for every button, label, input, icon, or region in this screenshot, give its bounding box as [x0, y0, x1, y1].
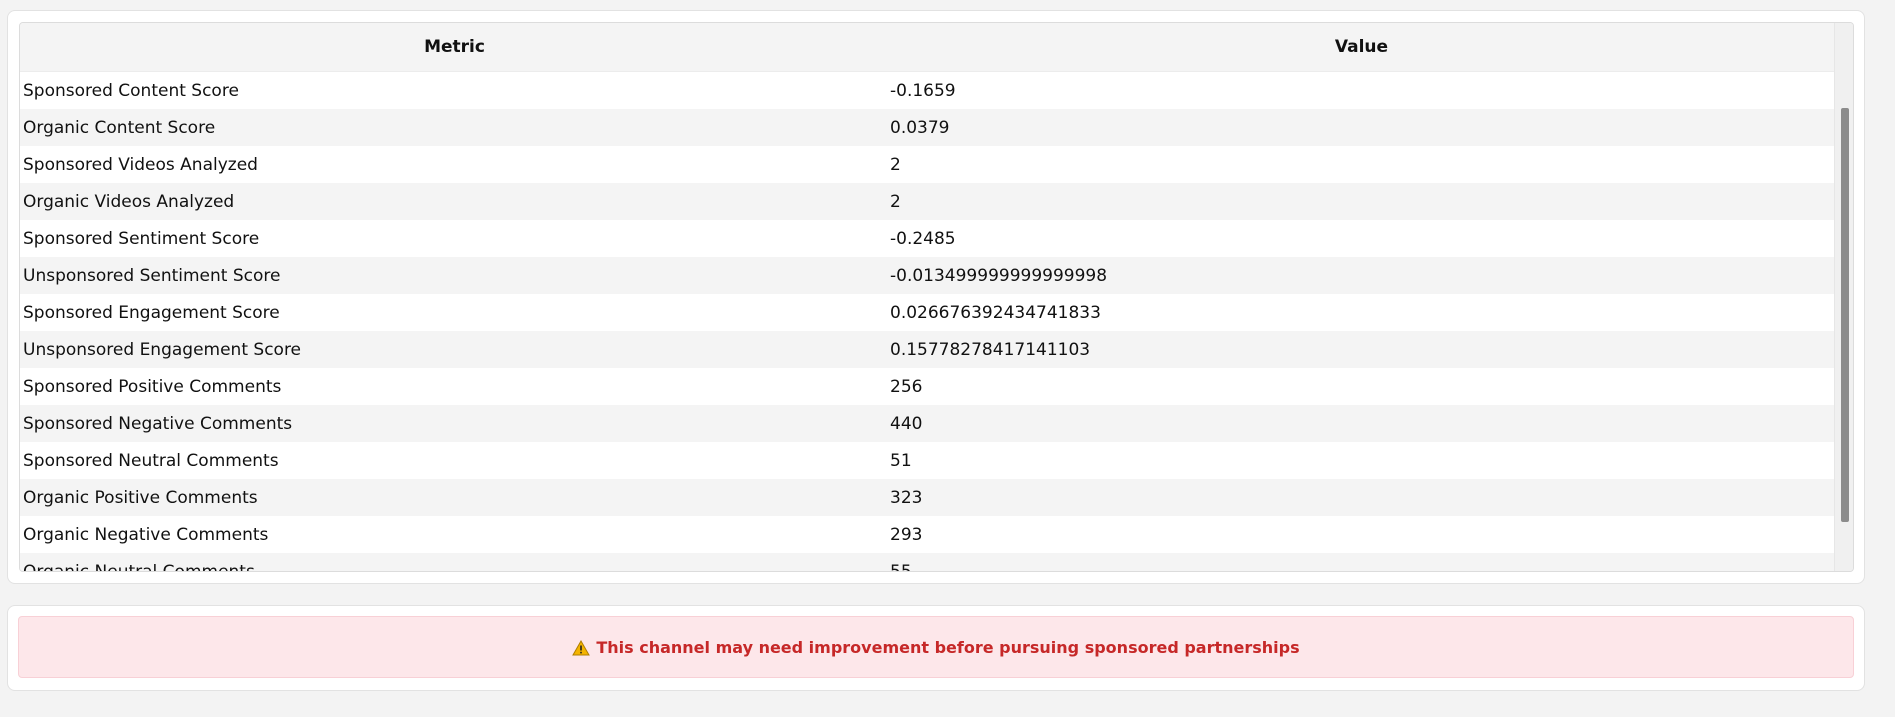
value-cell: -0.2485	[890, 228, 956, 249]
metric-cell: Sponsored Videos Analyzed	[23, 154, 258, 175]
table-scroll-area[interactable]: Metric Value Sponsored Content Score -0.…	[20, 23, 1834, 571]
table-row: Organic Positive Comments 323	[20, 479, 1834, 516]
table-header-row: Metric Value	[20, 23, 1834, 72]
warning-icon	[572, 639, 591, 656]
table-row: Organic Content Score 0.0379	[20, 109, 1834, 146]
value-cell: 0.0379	[890, 117, 950, 138]
metric-cell: Unsponsored Engagement Score	[23, 339, 302, 360]
table-body: Sponsored Content Score -0.1659 Organic …	[20, 72, 1834, 571]
alert-panel: This channel may need improvement before…	[7, 605, 1865, 691]
metric-cell: Sponsored Sentiment Score	[23, 228, 260, 249]
table-row: Organic Negative Comments 293	[20, 516, 1834, 553]
metric-cell: Sponsored Positive Comments	[23, 376, 282, 397]
metric-cell: Unsponsored Sentiment Score	[23, 265, 281, 286]
table-row: Sponsored Content Score -0.1659	[20, 72, 1834, 109]
warning-alert: This channel may need improvement before…	[18, 616, 1854, 678]
column-header-value[interactable]: Value	[889, 23, 1834, 71]
value-cell: 0.026676392434741833	[890, 302, 1101, 323]
table-row: Unsponsored Sentiment Score -0.013499999…	[20, 257, 1834, 294]
metrics-panel: Metric Value Sponsored Content Score -0.…	[7, 10, 1865, 584]
metric-cell: Sponsored Negative Comments	[23, 413, 293, 434]
table-row: Sponsored Engagement Score 0.02667639243…	[20, 294, 1834, 331]
metric-cell: Organic Positive Comments	[23, 487, 258, 508]
value-cell: 2	[890, 191, 901, 212]
table-row: Sponsored Neutral Comments 51	[20, 442, 1834, 479]
table-row: Unsponsored Engagement Score 0.157782784…	[20, 331, 1834, 368]
metric-cell: Organic Videos Analyzed	[23, 191, 235, 212]
value-cell: -0.1659	[890, 80, 956, 101]
table-row: Sponsored Videos Analyzed 2	[20, 146, 1834, 183]
value-cell: 55	[889, 562, 1834, 572]
value-cell: -0.013499999999999998	[890, 265, 1108, 286]
scrollbar-thumb[interactable]	[1841, 108, 1849, 522]
metric-cell: Organic Content Score	[23, 117, 216, 138]
table-row: Sponsored Negative Comments 440	[20, 405, 1834, 442]
value-cell: 2	[890, 154, 901, 175]
metric-cell: Sponsored Engagement Score	[23, 302, 280, 323]
value-cell: 0.15778278417141103	[890, 339, 1091, 360]
metrics-table: Metric Value Sponsored Content Score -0.…	[19, 22, 1854, 572]
metric-cell: Sponsored Neutral Comments	[23, 450, 279, 471]
table-row: Sponsored Sentiment Score -0.2485	[20, 220, 1834, 257]
value-cell: 256	[890, 376, 923, 397]
metric-cell: Sponsored Content Score	[23, 80, 239, 101]
value-cell: 440	[890, 413, 923, 434]
value-cell: 323	[890, 487, 923, 508]
table-row: Sponsored Positive Comments 256	[20, 368, 1834, 405]
alert-message: This channel may need improvement before…	[596, 637, 1300, 657]
value-cell: 293	[890, 524, 923, 545]
table-row: Organic Neutral Comments 55	[20, 553, 1834, 571]
column-header-metric[interactable]: Metric	[20, 23, 889, 71]
value-cell: 51	[890, 450, 912, 471]
metric-cell: Organic Negative Comments	[23, 524, 269, 545]
table-row: Organic Videos Analyzed 2	[20, 183, 1834, 220]
vertical-scrollbar[interactable]	[1834, 23, 1853, 571]
metric-cell: Organic Neutral Comments	[20, 562, 889, 572]
